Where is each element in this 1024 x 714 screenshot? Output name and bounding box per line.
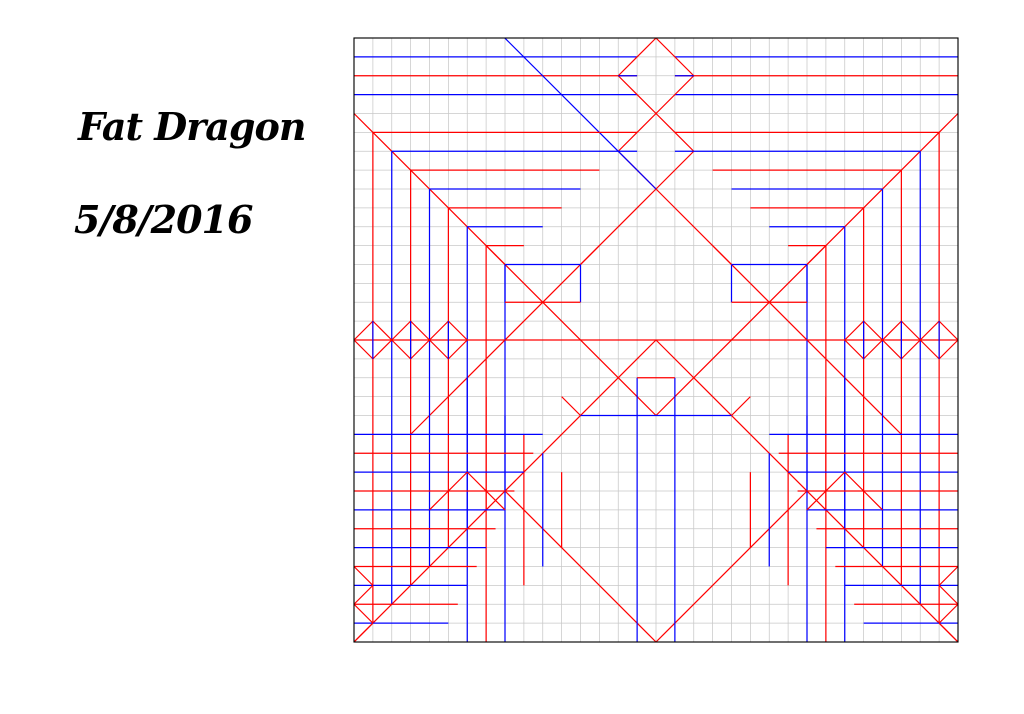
mountain-crease: [900, 339, 921, 360]
mountain-crease: [900, 320, 921, 341]
mountain-crease: [447, 339, 468, 360]
mountain-crease: [447, 320, 468, 341]
mountain-crease: [353, 584, 374, 605]
mountain-crease: [938, 584, 959, 605]
mountain-crease: [938, 320, 959, 341]
mountain-crease: [410, 339, 430, 360]
mountain-crease: [410, 320, 430, 341]
mountain-crease: [429, 339, 449, 360]
diagram-title: Fat Dragon: [78, 104, 306, 149]
mountain-crease: [485, 245, 506, 265]
mountain-crease: [353, 566, 374, 586]
mountain-crease: [391, 339, 412, 360]
mountain-crease: [410, 188, 657, 435]
mountain-crease: [938, 603, 959, 624]
mountain-crease: [806, 245, 827, 265]
mountain-crease: [731, 396, 751, 416]
mountain-crease: [391, 320, 412, 341]
mountain-crease: [863, 339, 883, 360]
mountain-crease: [372, 320, 393, 341]
mountain-crease: [580, 245, 600, 265]
mountain-crease: [353, 603, 374, 624]
mountain-crease: [863, 320, 883, 341]
crease-pattern: [353, 37, 959, 643]
mountain-crease: [353, 339, 374, 360]
mountain-crease: [353, 320, 374, 341]
mountain-crease: [938, 566, 959, 586]
mountain-crease: [353, 622, 374, 643]
mountain-crease: [919, 320, 940, 341]
diagram-date: 5/8/2016: [74, 197, 253, 242]
mountain-crease: [712, 245, 732, 265]
mountain-crease: [919, 339, 940, 360]
mountain-crease: [882, 320, 902, 341]
mountain-crease: [655, 188, 902, 435]
mountain-crease: [429, 320, 449, 341]
mountain-crease: [561, 396, 581, 416]
mountain-crease: [844, 339, 865, 360]
mountain-crease: [372, 339, 393, 360]
mountain-crease: [882, 339, 902, 360]
mountain-crease: [844, 320, 865, 341]
mountain-crease: [938, 339, 959, 360]
mountain-crease: [938, 622, 959, 643]
